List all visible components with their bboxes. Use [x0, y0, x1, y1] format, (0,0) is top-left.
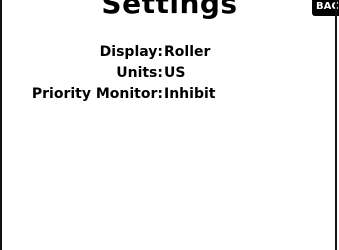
display-value[interactable]: Roller: [164, 42, 210, 63]
units-label: Units:: [116, 65, 163, 81]
back-button[interactable]: BAC: [312, 0, 339, 16]
priority-monitor-value[interactable]: Inhibit: [164, 84, 215, 105]
setting-row-priority-monitor: Priority Monitor: Inhibit: [0, 84, 339, 105]
setting-row-display: Display: Roller: [0, 42, 339, 63]
units-value[interactable]: US: [164, 63, 185, 84]
screen-border: [0, 0, 337, 250]
settings-screen: Settings BAC Display: Roller Units: US P…: [0, 0, 339, 250]
priority-monitor-label: Priority Monitor:: [31, 86, 163, 102]
settings-list: Display: Roller Units: US Priority Monit…: [0, 42, 339, 105]
setting-row-units: Units: US: [0, 63, 339, 84]
page-title: Settings: [101, 0, 238, 20]
display-label: Display:: [99, 44, 163, 60]
